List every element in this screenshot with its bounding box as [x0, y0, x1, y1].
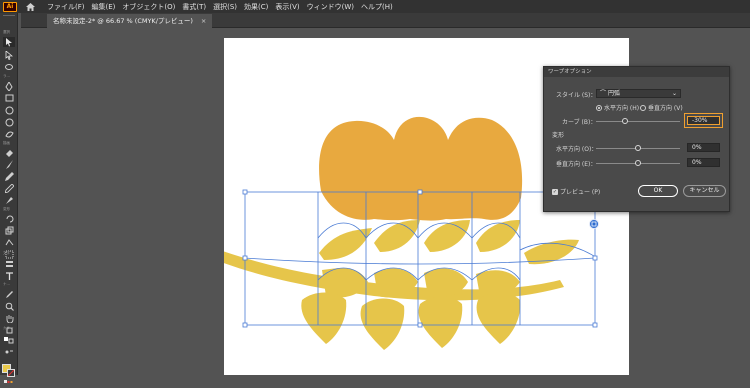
eraser-tool-icon[interactable] [3, 147, 15, 157]
chevron-down-icon: ⌄ [671, 90, 677, 97]
rotate-tool-icon[interactable] [3, 213, 15, 223]
direct-selection-tool-icon[interactable] [3, 50, 15, 60]
type-tool-icon[interactable] [3, 271, 15, 281]
stroke-color-swatch[interactable] [7, 369, 15, 377]
vertical-radio-label: 垂直方向 (V) [648, 105, 683, 112]
lasso-tool-icon[interactable] [3, 62, 15, 72]
tool-group-label: カラー [3, 326, 14, 330]
bun-shape [319, 116, 523, 221]
ok-button[interactable]: OK [638, 185, 678, 197]
document-tab-bar: 名称未設定-2* @ 66.67 % (CMYK/プレビュー) × [21, 13, 750, 28]
curve-slider-track[interactable] [596, 121, 680, 122]
swap-colors-icon[interactable] [3, 347, 15, 357]
menu-window[interactable]: ウィンドウ(W) [307, 2, 354, 12]
menu-object[interactable]: オブジェクト(O) [122, 2, 175, 12]
tool-group-label: 描画 [3, 141, 10, 145]
horizontal-radio[interactable]: 水平方向 (H) [596, 103, 639, 112]
preview-checkbox[interactable]: ✓ プレビュー (P) [552, 187, 600, 196]
tool-group-label: 選択 [3, 30, 10, 34]
dialog-title: ワープオプション [544, 67, 729, 77]
distortion-label: 変形 [552, 132, 565, 139]
cancel-button[interactable]: キャンセル [683, 185, 726, 197]
horizontal-distortion-label: 水平方向 (O)： [556, 146, 598, 153]
menu-type[interactable]: 書式(T) [182, 2, 206, 12]
preview-label: プレビュー (P) [560, 189, 601, 196]
close-icon[interactable]: × [201, 14, 206, 28]
menu-help[interactable]: ヘルプ(H) [361, 2, 393, 12]
zoom-tool-icon[interactable] [3, 301, 15, 311]
width-tool-icon[interactable] [3, 237, 15, 247]
menu-view[interactable]: 表示(V) [275, 2, 299, 12]
vertical-distortion-knob[interactable] [635, 160, 641, 166]
panel-grip[interactable] [3, 15, 15, 16]
menu-effect[interactable]: 効果(C) [244, 2, 268, 12]
arc-style-icon: ⌒ [600, 90, 607, 97]
vertical-distortion-input[interactable]: 0% [687, 158, 720, 167]
menu-select[interactable]: 選択(S) [213, 2, 237, 12]
curve-input[interactable]: -30% [684, 113, 723, 128]
rectangle-tool-icon[interactable] [3, 93, 15, 103]
ellipse-tool-icon[interactable] [3, 105, 15, 115]
menu-edit[interactable]: 編集(E) [92, 2, 116, 12]
horizontal-radio-label: 水平方向 (H) [604, 105, 640, 112]
scale-tool-icon[interactable] [3, 225, 15, 235]
menu-bar: Ai ファイル(F) 編集(E) オブジェクト(O) 書式(T) 選択(S) 効… [0, 0, 750, 13]
selection-tool-icon[interactable] [3, 37, 15, 47]
curve-label: カーブ (B)： [562, 119, 597, 126]
warp-options-dialog: ワープオプション スタイル (S)： ⌒ 円弧 ⌄ 水平方向 (H) 垂直方向 … [543, 66, 730, 212]
fill-none-swatch-icon[interactable] [3, 335, 15, 345]
hand-tool-icon[interactable] [3, 313, 15, 323]
radio-selected-icon [596, 104, 602, 111]
eyedropper-tool-icon[interactable] [3, 289, 15, 299]
style-dropdown[interactable]: ⌒ 円弧 ⌄ [596, 89, 681, 98]
style-value: 円弧 [608, 90, 621, 97]
pen-tool-icon[interactable] [3, 81, 15, 91]
style-label: スタイル (S)： [556, 92, 597, 99]
curve-slider-knob[interactable] [622, 118, 629, 124]
blob-brush-tool-icon[interactable] [3, 183, 15, 193]
checkbox-checked-icon: ✓ [552, 188, 558, 195]
tool-group-label: ラ... [3, 74, 10, 78]
shaper-tool-icon[interactable] [3, 129, 15, 139]
vertical-distortion-label: 垂直方向 (E)： [556, 161, 597, 168]
app-logo: Ai [3, 1, 17, 12]
symbol-sprayer-tool-icon[interactable] [3, 259, 15, 269]
pencil-tool-icon[interactable] [3, 171, 15, 181]
tool-group-label: 文字 [3, 251, 10, 255]
polygon-tool-icon[interactable] [3, 117, 15, 127]
pen-curvature-tool-icon[interactable] [3, 195, 15, 205]
horizontal-distortion-input[interactable]: 0% [687, 143, 720, 152]
drawing-mode-icon[interactable] [3, 378, 15, 388]
menu-file[interactable]: ファイル(F) [47, 2, 85, 12]
brush-tool-icon[interactable] [3, 159, 15, 169]
radio-unselected-icon [640, 104, 646, 111]
document-tab[interactable]: 名称未設定-2* @ 66.67 % (CMYK/プレビュー) × [47, 14, 213, 28]
document-tab-title: 名称未設定-2* @ 66.67 % (CMYK/プレビュー) [53, 17, 193, 25]
tools-panel: 選択 ラ... 描画 変形 文字 ナ... カラー [0, 13, 18, 383]
tool-group-label: 変形 [3, 207, 10, 211]
vertical-radio[interactable]: 垂直方向 (V) [640, 103, 683, 112]
tool-group-label: ナ... [3, 282, 10, 286]
horizontal-distortion-knob[interactable] [635, 145, 641, 151]
envelope-options-widget[interactable] [589, 219, 599, 229]
home-icon[interactable] [23, 0, 37, 13]
